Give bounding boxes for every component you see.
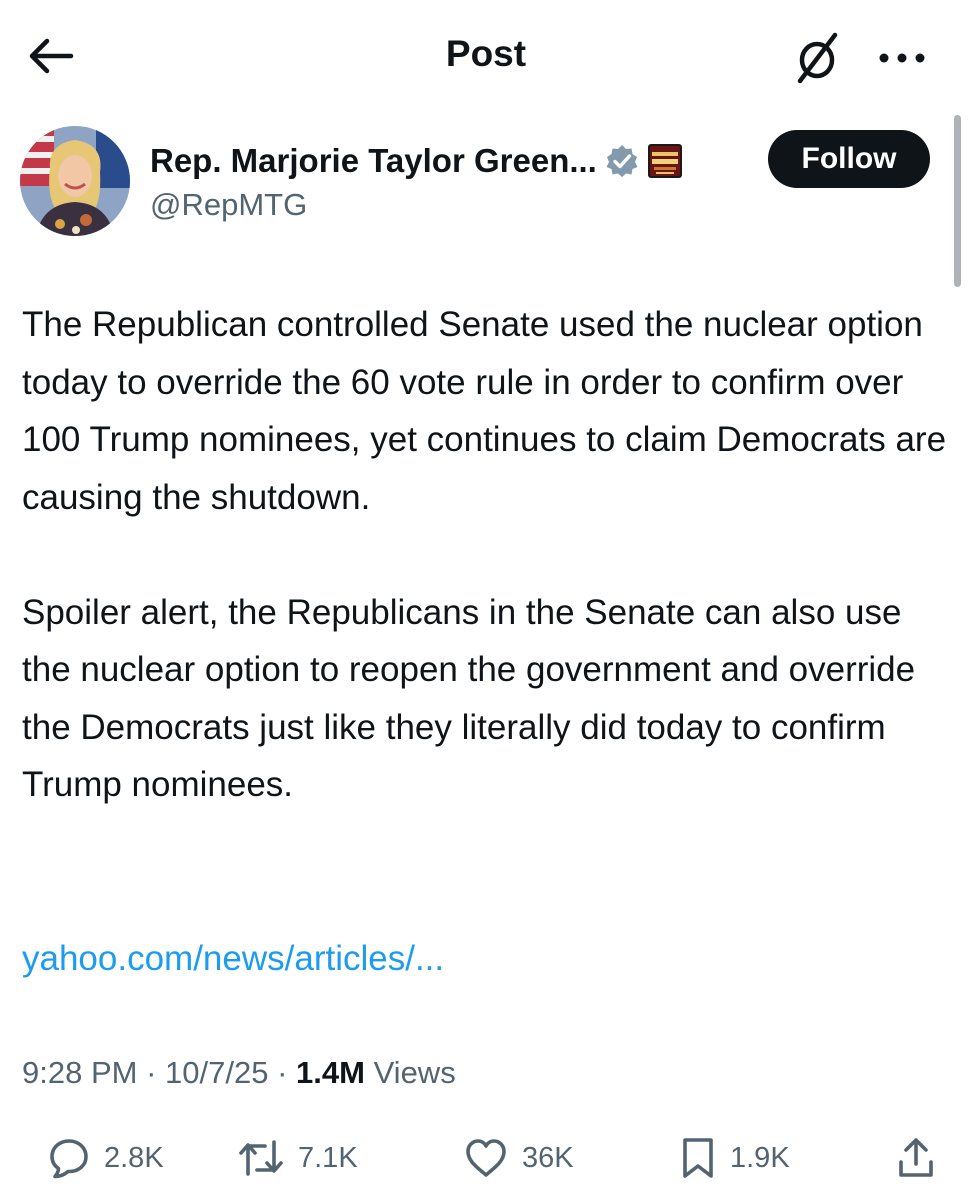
top-bar: Post [0, 0, 972, 110]
repost-button[interactable]: 7.1K [238, 1128, 358, 1188]
affiliate-badge-icon [647, 144, 682, 178]
action-bar: 2.8K 7.1K 36K 1.9K [0, 1128, 972, 1188]
more-dots-icon [879, 53, 925, 63]
post-meta: 9:28 PM · 10/7/25 · 1.4M Views [22, 1048, 456, 1098]
grok-icon [797, 32, 838, 84]
avatar[interactable] [20, 126, 130, 236]
share-icon [899, 1138, 933, 1177]
more-button[interactable] [862, 28, 942, 88]
author-display-name[interactable]: Rep. Marjorie Taylor Green... [150, 139, 597, 183]
follow-button[interactable]: Follow [768, 130, 930, 188]
reply-count: 2.8K [104, 1141, 164, 1174]
repost-icon [239, 1140, 283, 1176]
post-time[interactable]: 9:28 PM [22, 1055, 137, 1090]
meta-separator: · [268, 1055, 297, 1090]
scrollbar[interactable] [954, 115, 961, 287]
bookmark-count: 1.9K [730, 1141, 790, 1174]
post-link[interactable]: yahoo.com/news/articles/... [22, 930, 444, 987]
grok-button[interactable] [788, 28, 848, 88]
share-button[interactable] [896, 1128, 936, 1188]
views-count[interactable]: 1.4M [296, 1055, 365, 1090]
bookmark-button[interactable]: 1.9K [680, 1128, 790, 1188]
like-button[interactable]: 36K [464, 1128, 574, 1188]
verified-badge-icon [606, 145, 638, 177]
post-date[interactable]: 10/7/25 [165, 1055, 268, 1090]
heart-icon [466, 1139, 506, 1177]
repost-count: 7.1K [298, 1141, 358, 1174]
like-count: 36K [522, 1141, 574, 1174]
reply-icon [50, 1139, 88, 1179]
bookmark-icon [683, 1138, 713, 1178]
reply-button[interactable]: 2.8K [48, 1128, 164, 1188]
views-label: Views [373, 1055, 456, 1090]
post-body: The Republican controlled Senate used th… [22, 296, 957, 814]
author-name-row: Rep. Marjorie Taylor Green... [150, 138, 683, 184]
post-paragraph-1: The Republican controlled Senate used th… [22, 305, 947, 517]
meta-separator: · [137, 1055, 166, 1090]
author-handle[interactable]: @RepMTG [150, 184, 307, 226]
post-paragraph-2: Spoiler alert, the Republicans in the Se… [22, 592, 916, 805]
